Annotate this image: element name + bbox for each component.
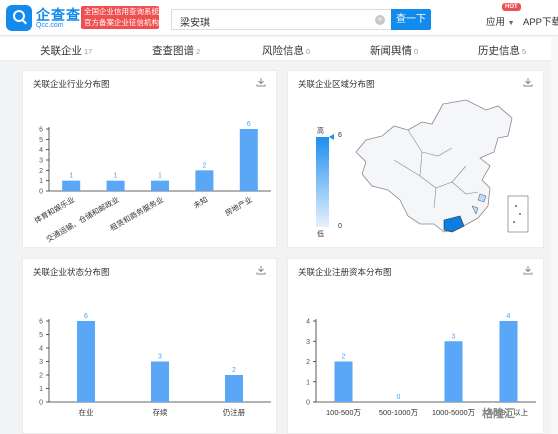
- clear-icon[interactable]: ×: [375, 15, 385, 25]
- top-header: 企查查 Qcc.com 全国企业信用查询系统 官方备案企业征信机构 梁安琪 × …: [0, 0, 558, 36]
- search-button[interactable]: 查一下: [391, 9, 431, 30]
- watermark: 格隆汇: [482, 408, 515, 420]
- legend-high-label: 高: [317, 128, 324, 135]
- tab-bar: 关联企业 17 查查图谱 2 风险信息 0 新闻舆情 0 历史信息 5: [0, 37, 558, 61]
- y-tick-label: 0: [39, 189, 43, 196]
- category-label: 仍注册: [223, 407, 246, 417]
- tab-count: 5: [522, 47, 527, 56]
- bar: [106, 180, 125, 191]
- y-tick-label: 1: [306, 379, 310, 386]
- bar-value-label: 0: [397, 394, 401, 401]
- tab-label: 风险信息: [262, 45, 304, 57]
- tab-history[interactable]: 历史信息 5: [478, 43, 526, 58]
- tab-label: 关联企业: [40, 45, 82, 57]
- bar: [499, 321, 518, 402]
- bar: [444, 341, 463, 402]
- legend-marker: [329, 134, 334, 140]
- legend-low-label: 低: [317, 231, 324, 238]
- category-label: 500-1000万: [379, 408, 419, 417]
- bar-value-label: 4: [507, 313, 511, 320]
- bar: [151, 180, 169, 191]
- bar: [195, 170, 214, 191]
- category-label: 1000-5000万: [432, 408, 476, 417]
- bar: [239, 129, 258, 191]
- y-tick-label: 2: [39, 168, 43, 175]
- bar-value-label: 3: [452, 333, 456, 340]
- search-value: 梁安琪: [180, 18, 210, 29]
- qcc-logo-icon[interactable]: [6, 5, 32, 31]
- y-tick-label: 1: [39, 386, 43, 393]
- download-icon[interactable]: [523, 77, 533, 87]
- y-tick-label: 4: [39, 147, 43, 154]
- region-map-panel: 关联企业区域分布图 高 6 0 低: [287, 70, 544, 248]
- y-tick-label: 2: [39, 373, 43, 380]
- category-label: 在业: [79, 407, 94, 417]
- tab-count: 2: [196, 47, 201, 56]
- category-label: 未知: [191, 194, 209, 210]
- category-label: 房地产业: [223, 194, 254, 218]
- bar: [62, 180, 81, 191]
- legend-max-value: 6: [338, 132, 342, 139]
- y-tick-label: 4: [306, 319, 310, 326]
- status-bar-chart: 0 1 2 3 4 5 6 6 在业 3 存续 2 仍注册: [39, 313, 271, 417]
- nav-app-download[interactable]: APP下载: [523, 14, 558, 28]
- y-tick-label: 5: [39, 137, 43, 144]
- y-tick-label: 5: [39, 332, 43, 339]
- category-label: 100-500万: [326, 408, 362, 417]
- status-chart-panel: 关联企业状态分布图 0 1 2 3 4 5 6 6 在业 3 存续 2 仍注册: [22, 258, 277, 434]
- y-tick-label: 4: [39, 346, 43, 353]
- tab-label: 查查图谱: [152, 45, 194, 57]
- search-input[interactable]: 梁安琪 ×: [171, 9, 391, 30]
- y-tick-label: 3: [39, 158, 43, 165]
- tab-label: 新闻舆情: [370, 45, 412, 57]
- y-tick-label: 6: [39, 319, 43, 326]
- industry-chart-panel: 关联企业行业分布图 0 1 2 3 4 5 6 1 体育和娱乐业 1 交通运输、仓储和邮政业 1 租赁和…: [22, 70, 277, 248]
- bar-value-label: 3: [158, 354, 162, 361]
- tab-count: 0: [414, 47, 419, 56]
- bar-value-label: 6: [84, 313, 88, 320]
- tab-count: 17: [84, 47, 93, 56]
- nav-apps-label: 应用: [486, 17, 506, 28]
- page-scrollbar[interactable]: [551, 36, 558, 434]
- category-label: 交通运输、仓储和邮政业: [44, 194, 121, 244]
- bar: [77, 321, 95, 402]
- tab-related-companies[interactable]: 关联企业 17: [40, 43, 92, 58]
- y-tick-label: 3: [39, 359, 43, 366]
- y-tick-label: 3: [306, 339, 310, 346]
- nav-apps[interactable]: 应用 ▼: [486, 14, 515, 28]
- legend-gradient-bar[interactable]: [316, 137, 329, 227]
- bar: [334, 361, 353, 402]
- bar-value-label: 1: [69, 173, 73, 180]
- tab-graph[interactable]: 查查图谱 2: [152, 43, 200, 58]
- bar: [225, 375, 243, 402]
- bar-value-label: 1: [158, 173, 162, 180]
- chevron-down-icon: ▼: [507, 20, 515, 27]
- panel-title: 关联企业区域分布图: [298, 79, 375, 89]
- bar-value-label: 2: [342, 354, 346, 361]
- y-tick-label: 0: [306, 400, 310, 407]
- legend-min-value: 0: [338, 223, 342, 230]
- china-map[interactable]: [348, 96, 538, 246]
- bar-value-label: 2: [232, 367, 236, 374]
- bar-value-label: 2: [202, 162, 206, 169]
- y-tick-label: 0: [39, 400, 43, 407]
- y-tick-label: 1: [39, 178, 43, 185]
- tab-risk[interactable]: 风险信息 0: [262, 43, 310, 58]
- slogan-line-1: 全国企业信用查询系统: [84, 7, 159, 16]
- category-label: 存续: [153, 407, 168, 417]
- industry-bar-chart: 01234561体育和娱乐业1交通运输、仓储和邮政业1租赁和商务服务业2未知6房…: [32, 121, 271, 244]
- bar: [151, 361, 169, 402]
- slogan-line-2: 官方备案企业征信机构: [84, 18, 159, 27]
- bar-value-label: 1: [114, 173, 118, 180]
- tab-label: 历史信息: [478, 45, 520, 57]
- brand-domain: Qcc.com: [36, 22, 64, 29]
- tab-count: 0: [306, 47, 311, 56]
- y-tick-label: 2: [306, 359, 310, 366]
- tab-news[interactable]: 新闻舆情 0: [370, 43, 418, 58]
- hot-badge: HOT: [502, 3, 521, 11]
- bar-value-label: 6: [247, 121, 251, 128]
- slogan-badge: 全国企业信用查询系统 官方备案企业征信机构: [81, 6, 159, 29]
- y-tick-label: 6: [39, 127, 43, 134]
